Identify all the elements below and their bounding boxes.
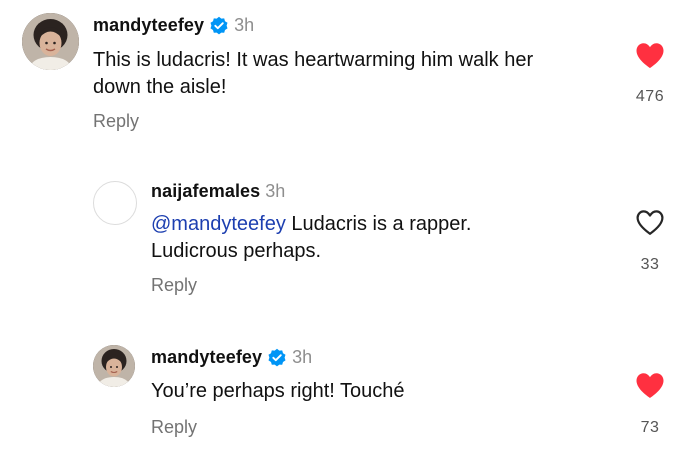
username[interactable]: naijafemales <box>151 181 260 202</box>
comment-text: This is ludacris! It was heartwarming hi… <box>93 47 533 101</box>
reply-button[interactable]: Reply <box>151 417 197 438</box>
heart-filled-icon[interactable] <box>635 372 665 399</box>
comment-body: This is ludacris! It was heartwarming hi… <box>93 49 534 98</box>
comment-text: @mandyteefey Ludacris is a rapper. Ludic… <box>151 211 471 265</box>
reply-button[interactable]: Reply <box>151 275 197 296</box>
comment-header: mandyteefey 3h <box>93 15 254 36</box>
verified-badge-icon <box>267 348 287 368</box>
comment-text: You’re perhaps right! Touché <box>151 378 405 405</box>
timestamp: 3h <box>234 15 255 35</box>
avatar-photo-icon <box>22 13 79 70</box>
reply-button[interactable]: Reply <box>93 111 139 132</box>
like-count: 73 <box>640 419 660 436</box>
mention-link[interactable]: @mandyteefey <box>151 213 286 235</box>
verified-badge-icon <box>209 16 229 36</box>
username[interactable]: mandyteefey <box>151 347 262 368</box>
like-count: 33 <box>640 256 660 273</box>
comment-header: naijafemales 3h <box>151 181 285 202</box>
comment-header: mandyteefey 3h <box>151 347 312 368</box>
timestamp: 3h <box>265 181 286 201</box>
username[interactable]: mandyteefey <box>93 15 204 36</box>
timestamp: 3h <box>292 347 313 367</box>
like-count: 476 <box>635 88 665 105</box>
avatar-photo-icon <box>93 345 135 387</box>
avatar[interactable] <box>93 181 137 225</box>
avatar[interactable] <box>93 345 135 387</box>
heart-outline-icon[interactable] <box>635 209 665 236</box>
avatar[interactable] <box>22 13 79 70</box>
comment-body: You’re perhaps right! Touché <box>151 380 405 402</box>
heart-filled-icon[interactable] <box>635 42 665 69</box>
